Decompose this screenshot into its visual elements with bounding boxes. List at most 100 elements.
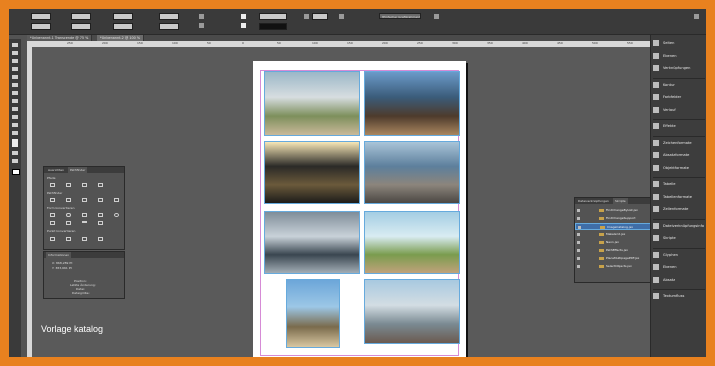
rectangle-shape-icon[interactable] [50,213,55,217]
stroke-type-field[interactable] [259,23,287,30]
rectangle-tool-icon[interactable] [12,115,18,119]
stroke-weight-field[interactable] [259,13,287,20]
visibility-icon[interactable] [577,265,580,268]
symmetrical-point-icon[interactable] [98,237,103,241]
selection-tool-icon[interactable] [12,43,18,47]
tab-pathfinder[interactable]: Pathfinder [68,167,88,173]
dock-item[interactable]: Effekte [653,122,706,130]
visibility-icon[interactable] [577,209,580,212]
tab-ausrichten[interactable]: Ausrichten [46,167,66,173]
line-shape-icon[interactable] [82,221,87,223]
dock-item[interactable]: Verlauf [653,106,706,114]
polygon-shape-icon[interactable] [66,221,71,225]
intersect-icon[interactable] [82,198,87,202]
rotate-field[interactable] [159,13,179,20]
subtract-icon[interactable] [66,198,71,202]
tab-informationen[interactable]: Informationen [46,252,72,258]
flip-horizontal-icon[interactable] [199,14,204,19]
beveled-rectangle-icon[interactable] [82,213,87,217]
object-style-dropdown[interactable]: [Einfacher Grafikrahmen] [379,13,421,19]
hand-tool-icon[interactable] [12,151,18,155]
width-field[interactable] [71,13,91,20]
dock-item[interactable]: Verknüpfungen [653,64,706,72]
script-list-item[interactable]: FindChangeSupport [575,215,651,222]
minus-back-icon[interactable] [114,198,119,202]
script-list-item[interactable]: ImageCatalog.jsx [575,223,651,230]
visibility-icon[interactable] [577,241,580,244]
gap-tool-icon[interactable] [12,67,18,71]
dock-item[interactable]: Seiten [653,39,706,47]
dock-item[interactable]: Zellenformate [653,205,706,213]
dock-item[interactable]: Tabelle [653,180,706,188]
dock-item[interactable]: Skripte [653,234,706,242]
scale-x-field[interactable] [113,13,133,20]
script-list-item[interactable]: FindChangeByList.jsx [575,207,651,214]
close-path-icon[interactable] [82,183,87,187]
opacity-field[interactable] [312,13,328,20]
visibility-icon[interactable] [577,233,580,236]
open-path-icon[interactable] [66,183,71,187]
cell-styles-icon [653,206,659,212]
join-path-icon[interactable] [50,183,55,187]
visibility-icon[interactable] [577,217,580,220]
dock-item[interactable]: Ebenen [653,263,706,271]
dock-item[interactable]: Dateiverknüpfungsinfo [653,222,706,230]
fill-swatch-icon[interactable] [241,14,246,19]
dock-item[interactable]: Ebenen [653,52,706,60]
scale-y-field[interactable] [113,23,133,30]
dock-item[interactable]: Zeichenformate [653,139,706,147]
orthogonal-line-icon[interactable] [98,221,103,225]
fitting-icon[interactable] [434,14,439,19]
y-position-field[interactable] [31,23,51,30]
ellipse-shape-icon[interactable] [114,213,119,217]
dock-item[interactable]: Textumfluss [653,292,706,300]
script-list-item[interactable]: PlaceMultipagePDF.jsx [575,255,651,262]
plain-point-icon[interactable] [50,237,55,241]
shear-field[interactable] [159,23,179,30]
dock-item-label: Absatzformate [663,153,690,157]
tab-skripte[interactable]: Skripte [613,198,628,204]
inverse-rounded-icon[interactable] [98,213,103,217]
dock-item[interactable]: Absatz [653,276,706,284]
script-list-item[interactable]: MakeGrid.jsx [575,231,651,238]
visibility-icon[interactable] [578,226,581,229]
dock-item[interactable]: Objektformate [653,164,706,172]
triangle-shape-icon[interactable] [50,221,55,225]
visibility-icon[interactable] [577,249,580,252]
fill-stroke-icon[interactable] [12,169,20,175]
page-tool-icon[interactable] [12,59,18,63]
type-tool-icon[interactable] [12,75,18,79]
add-icon[interactable] [50,198,55,202]
rounded-rectangle-icon[interactable] [66,213,71,217]
script-list-item[interactable]: SelectObjects.jsx [575,263,651,270]
opacity-icon[interactable] [304,14,309,19]
workspace-icon[interactable] [694,14,699,19]
x-position-field[interactable] [31,13,51,20]
flip-vertical-icon[interactable] [199,23,204,28]
script-list-item[interactable]: PathEffects.jsx [575,247,651,254]
rectangle-frame-tool-icon[interactable] [12,107,18,111]
fx-icon[interactable] [339,14,344,19]
dock-item[interactable]: Kontur [653,81,706,89]
scissors-tool-icon[interactable] [12,123,18,127]
pen-tool-icon[interactable] [12,91,18,95]
pencil-tool-icon[interactable] [12,99,18,103]
dock-item[interactable]: Tabellenformate [653,193,706,201]
exclude-overlap-icon[interactable] [98,198,103,202]
free-transform-tool-icon[interactable] [12,131,18,135]
dock-item[interactable]: Glyphen [653,251,706,259]
line-tool-icon[interactable] [12,83,18,87]
smooth-point-icon[interactable] [82,237,87,241]
script-list-item[interactable]: Neon.jsx [575,239,651,246]
dock-item[interactable]: Absatzformate [653,151,706,159]
gradient-tool-icon[interactable] [12,139,18,147]
reverse-path-icon[interactable] [98,183,103,187]
tab-dateiverknuepfungen[interactable]: Dateiverknüpfungen [576,198,611,204]
dock-item[interactable]: Farbfelder [653,93,706,101]
stroke-swatch-icon[interactable] [241,23,246,28]
height-field[interactable] [71,23,91,30]
direct-selection-tool-icon[interactable] [12,51,18,55]
visibility-icon[interactable] [577,257,580,260]
corner-point-icon[interactable] [66,237,71,241]
zoom-tool-icon[interactable] [12,159,18,163]
